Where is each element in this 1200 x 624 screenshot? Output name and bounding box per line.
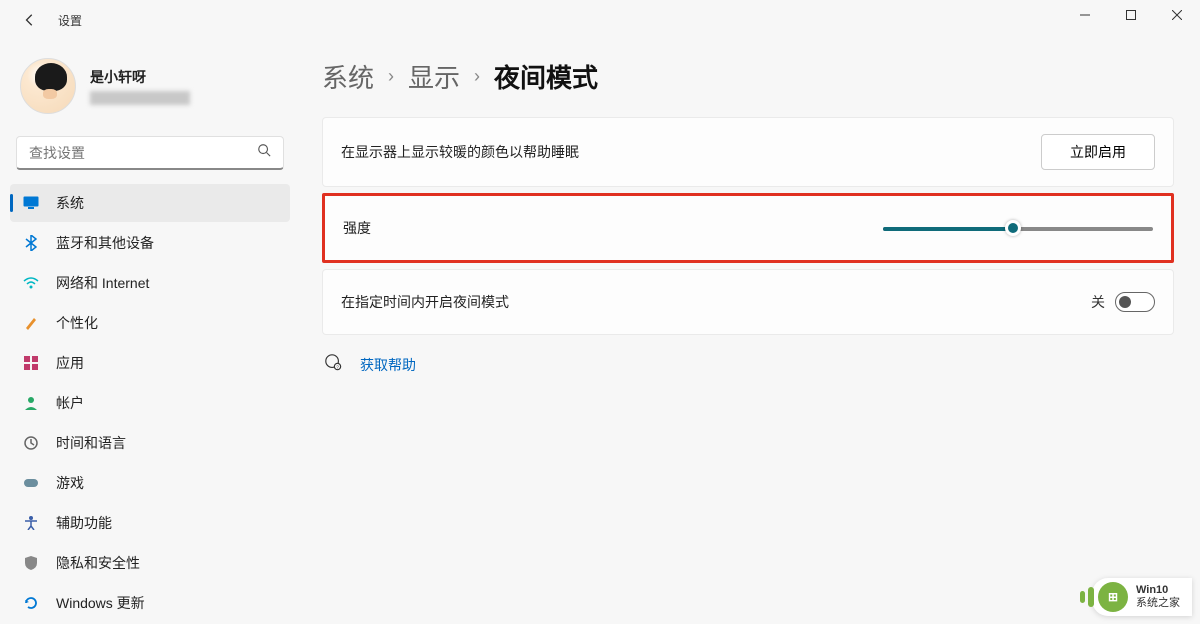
sidebar-item-3[interactable]: 个性化 [10,304,290,342]
watermark-logo-icon: ⊞ [1098,582,1128,612]
sidebar-item-9[interactable]: 隐私和安全性 [10,544,290,582]
monitor-icon [22,194,40,212]
sidebar-item-2[interactable]: 网络和 Internet [10,264,290,302]
chevron-right-icon: › [388,66,394,87]
enable-now-button[interactable]: 立即启用 [1041,134,1155,170]
sidebar-item-5[interactable]: 帐户 [10,384,290,422]
wifi-icon [22,274,40,292]
user-subtitle [90,91,190,105]
toggle-state-label: 关 [1091,292,1105,312]
minimize-button[interactable] [1062,0,1108,30]
window-title: 设置 [58,12,82,29]
get-help-link[interactable]: 获取帮助 [360,355,416,375]
help-icon: ? [324,353,342,376]
brush-icon [22,314,40,332]
sidebar-item-4[interactable]: 应用 [10,344,290,382]
breadcrumb-item-0[interactable]: 系统 [322,58,374,95]
strength-label: 强度 [343,218,371,238]
search-input[interactable] [29,145,257,161]
person-icon [22,394,40,412]
breadcrumb-item-2: 夜间模式 [494,58,598,95]
sidebar-item-label: 系统 [56,193,84,213]
maximize-icon [1126,10,1136,20]
sidebar-item-label: 蓝牙和其他设备 [56,233,154,253]
sidebar-item-label: 个性化 [56,313,98,333]
sidebar: 是小轩呀 系统蓝牙和其他设备网络和 Internet 个性化应用帐户时间和语言游戏… [0,40,300,624]
slider-thumb[interactable] [1005,220,1021,236]
schedule-toggle[interactable] [1115,292,1155,312]
breadcrumb-item-1[interactable]: 显示 [408,58,460,95]
gamepad-icon [22,474,40,492]
bluetooth-icon [22,234,40,252]
sidebar-item-label: 辅助功能 [56,513,112,533]
shield-icon [22,554,40,572]
sidebar-item-7[interactable]: 游戏 [10,464,290,502]
card-description: 在显示器上显示较暖的颜色以帮助睡眠 立即启用 [322,117,1174,187]
clock-icon [22,434,40,452]
avatar [20,58,76,114]
sidebar-item-label: 时间和语言 [56,433,126,453]
card-schedule: 在指定时间内开启夜间模式 关 [322,269,1174,335]
nav-list: 系统蓝牙和其他设备网络和 Internet 个性化应用帐户时间和语言游戏辅助功能隐… [10,184,290,622]
maximize-button[interactable] [1108,0,1154,30]
search-icon [257,143,271,162]
breadcrumb: 系统 › 显示 › 夜间模式 [322,58,1174,95]
sidebar-item-label: 隐私和安全性 [56,553,140,573]
apps-icon [22,354,40,372]
chevron-right-icon: › [474,66,480,87]
back-button[interactable] [20,10,40,30]
strength-slider[interactable] [883,218,1153,238]
minimize-icon [1080,10,1090,20]
sidebar-item-0[interactable]: 系统 [10,184,290,222]
accessibility-icon [22,514,40,532]
watermark: ⊞ Win10 系统之家 [1092,578,1192,616]
sidebar-item-8[interactable]: 辅助功能 [10,504,290,542]
user-name: 是小轩呀 [90,67,190,87]
watermark-line2: 系统之家 [1136,597,1180,610]
sidebar-item-label: Windows 更新 [56,593,145,613]
card-strength: 强度 [322,193,1174,263]
sidebar-item-label: 网络和 Internet [56,273,149,293]
close-icon [1172,10,1182,20]
toggle-knob [1119,296,1131,308]
sidebar-item-1[interactable]: 蓝牙和其他设备 [10,224,290,262]
update-icon [22,594,40,612]
help-row: ? 获取帮助 [322,353,1174,376]
watermark-line1: Win10 [1136,584,1180,597]
description-text: 在显示器上显示较暖的颜色以帮助睡眠 [341,142,579,162]
close-button[interactable] [1154,0,1200,30]
sidebar-item-label: 应用 [56,353,84,373]
user-card[interactable]: 是小轩呀 [10,50,290,122]
slider-fill [883,227,1013,231]
search-box[interactable] [16,136,284,170]
sidebar-item-6[interactable]: 时间和语言 [10,424,290,462]
content-area: 系统 › 显示 › 夜间模式 在显示器上显示较暖的颜色以帮助睡眠 立即启用 强度 [300,40,1200,624]
sidebar-item-10[interactable]: Windows 更新 [10,584,290,622]
schedule-label: 在指定时间内开启夜间模式 [341,292,509,312]
arrow-left-icon [23,13,37,27]
sidebar-item-label: 游戏 [56,473,84,493]
sidebar-item-label: 帐户 [56,393,84,413]
